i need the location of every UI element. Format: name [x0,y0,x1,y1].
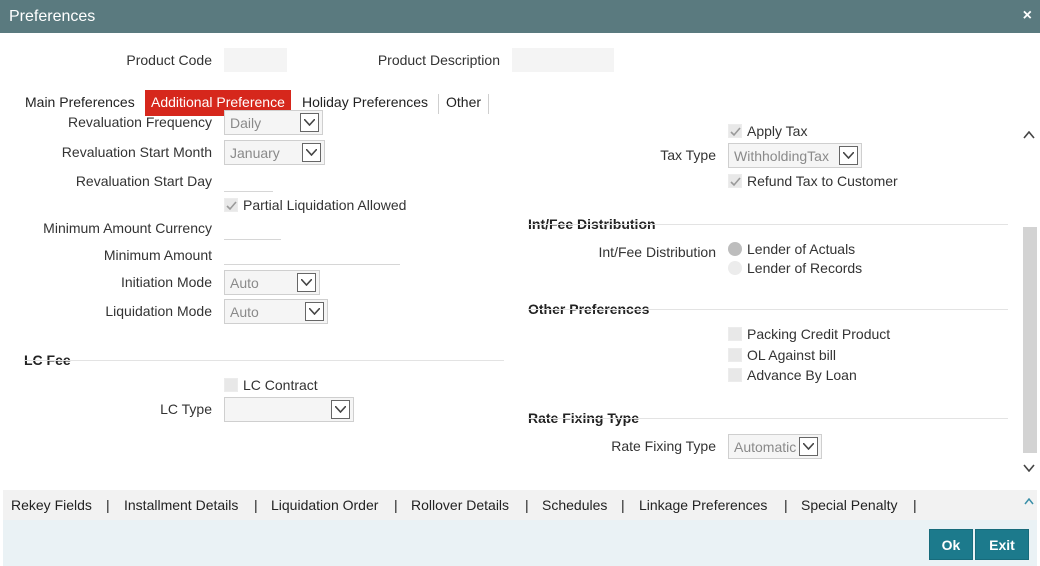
close-icon[interactable]: × [1023,7,1032,25]
int-fee-distribution-label: Int/Fee Distribution [598,244,717,260]
tab-divider [438,94,439,114]
footer-link-schedules[interactable]: Schedules [542,497,607,513]
window-title: Preferences [9,8,96,25]
product-code-field[interactable] [224,48,287,72]
footer-separator: | [394,497,398,513]
initiation-mode-label: Initiation Mode [120,274,212,290]
lc-type-label: LC Type [160,401,212,417]
footer-separator: | [621,497,625,513]
apply-tax-label: Apply Tax [747,123,808,139]
chevron-down-icon [799,437,818,456]
lc-contract-label: LC Contract [243,377,318,393]
ol-against-bill-label: OL Against bill [747,347,836,363]
scroll-up-icon[interactable] [1023,127,1035,141]
refund-tax-label: Refund Tax to Customer [747,173,898,189]
footer-separator: | [254,497,258,513]
lc-type-select[interactable] [224,397,354,422]
advance-by-loan-label: Advance By Loan [747,367,857,383]
footer-separator: | [525,497,529,513]
rate-fixing-type-label: Rate Fixing Type [611,438,716,454]
footer-link-rekey-fields[interactable]: Rekey Fields [11,497,92,513]
ok-button[interactable]: Ok [929,529,973,560]
advance-by-loan-checkbox[interactable] [728,368,742,382]
tab-other[interactable]: Other [446,90,481,116]
lender-of-records-radio[interactable] [728,261,742,275]
product-description-label: Product Description [377,52,500,68]
chevron-down-icon [331,400,350,419]
apply-tax-checkbox[interactable] [728,124,742,138]
lender-of-actuals-radio[interactable] [728,242,742,256]
footer-link-special-penalty[interactable]: Special Penalty [801,497,898,513]
scrollbar-thumb[interactable] [1023,227,1037,453]
initiation-mode-select[interactable]: Auto [224,270,320,295]
minimum-amount-label: Minimum Amount [103,247,212,263]
liquidation-mode-select[interactable]: Auto [224,299,328,324]
section-divider [528,309,1008,310]
lender-of-actuals-label: Lender of Actuals [747,241,856,257]
minimum-amount-input[interactable] [224,264,400,265]
footer-links-bar: Rekey Fields | Installment Details | Liq… [3,490,1037,520]
revaluation-frequency-select[interactable]: Daily [224,110,323,135]
chevron-down-icon [839,146,858,165]
partial-liquidation-checkbox[interactable] [224,198,238,212]
section-divider [528,224,1008,225]
tax-type-label: Tax Type [660,147,716,163]
footer-link-liquidation-order[interactable]: Liquidation Order [271,497,378,513]
section-divider [528,418,1008,419]
packing-credit-checkbox[interactable] [728,327,742,341]
revaluation-start-month-select[interactable]: January [224,140,325,165]
lc-contract-checkbox[interactable] [224,378,238,392]
revaluation-start-month-label: Revaluation Start Month [61,144,212,160]
chevron-down-icon [300,113,319,132]
partial-liquidation-label: Partial Liquidation Allowed [243,197,407,213]
tab-divider [488,94,489,114]
revaluation-start-day-input[interactable] [224,191,273,192]
footer-separator: | [913,497,917,513]
vertical-scrollbar[interactable] [1023,121,1037,475]
lender-of-records-label: Lender of Records [747,260,863,276]
product-description-field[interactable] [512,48,614,72]
tab-main-preferences[interactable]: Main Preferences [25,90,135,116]
revaluation-frequency-label: Revaluation Frequency [68,114,212,130]
chevron-down-icon [297,273,316,292]
footer-collapse-icon[interactable] [1024,493,1034,507]
product-code-label: Product Code [126,52,212,68]
action-bar: Ok Exit [3,520,1037,566]
window-titlebar: Preferences × [0,0,1040,33]
section-divider [24,360,504,361]
refund-tax-checkbox[interactable] [728,174,742,188]
tax-type-select[interactable]: WithholdingTax [728,143,862,168]
footer-link-installment-details[interactable]: Installment Details [124,497,238,513]
minimum-amount-currency-label: Minimum Amount Currency [43,220,212,236]
revaluation-start-day-label: Revaluation Start Day [75,173,212,189]
liquidation-mode-label: Liquidation Mode [105,303,212,319]
footer-separator: | [106,497,110,513]
chevron-down-icon [302,143,321,162]
packing-credit-label: Packing Credit Product [747,326,891,342]
rate-fixing-type-select[interactable]: Automatic [728,434,822,459]
minimum-amount-currency-input[interactable] [224,239,281,240]
footer-link-linkage-preferences[interactable]: Linkage Preferences [639,497,767,513]
footer-separator: | [784,497,788,513]
chevron-down-icon [305,302,324,321]
exit-button[interactable]: Exit [975,529,1029,560]
footer-link-rollover-details[interactable]: Rollover Details [411,497,509,513]
ol-against-bill-checkbox[interactable] [728,348,742,362]
preferences-content: Product Code Product Description Main Pr… [3,33,1037,566]
scroll-down-icon[interactable] [1023,460,1035,474]
